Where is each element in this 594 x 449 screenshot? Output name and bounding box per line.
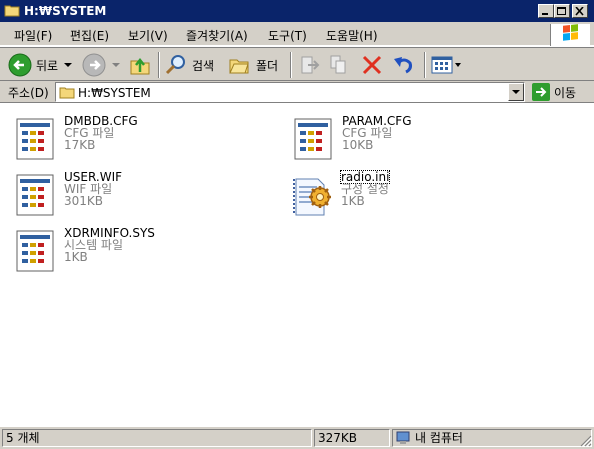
file-item[interactable]: USER.WIF WIF 파일 301KB [16,169,256,217]
delete-button[interactable] [360,52,384,78]
chevron-down-icon[interactable] [110,61,122,69]
address-value: H:₩SYSTEM [78,86,151,100]
folder-icon [59,87,75,99]
menu-bar: 파일(F) 편집(E) 보기(V) 즐겨찾기(A) 도구(T) 도움말(H) [0,22,594,46]
close-icon [575,7,584,16]
status-bar: 5 개체 327KB 내 컴퓨터 [0,426,594,449]
file-size: 10KB [342,138,374,152]
status-location-label: 내 컴퓨터 [415,431,463,445]
minimize-icon [542,13,548,15]
file-item[interactable]: radio.ini 구성 설정 1KB [292,169,532,217]
file-size: 301KB [64,194,104,208]
copy-to-button[interactable] [328,52,352,78]
go-label: 이동 [554,85,577,100]
back-button[interactable]: 뒤로 [8,52,74,78]
menu-view[interactable]: 보기(V) [128,27,168,44]
chevron-down-icon[interactable] [62,61,74,69]
views-icon [431,56,453,74]
my-computer-icon [396,431,410,444]
file-item[interactable]: DMBDB.CFG CFG 파일 17KB [16,113,256,161]
file-item[interactable]: PARAM.CFG CFG 파일 10KB [294,113,534,161]
go-button[interactable]: 이동 [532,83,576,101]
file-size: 17KB [64,138,96,152]
menu-tools[interactable]: 도구(T) [268,27,307,44]
folder-up-icon [130,57,150,75]
toolbar-separator [290,52,292,78]
maximize-button[interactable] [554,4,570,18]
back-arrow-icon [8,53,32,77]
title-bar: H:₩SYSTEM [0,0,594,22]
undo-icon [394,57,412,74]
menu-file[interactable]: 파일(F) [14,27,52,44]
chevron-down-icon [512,90,520,94]
file-list: DMBDB.CFG CFG 파일 17KB PARAM.CFG CFG 파일 1… [0,103,594,426]
system-file-icon [16,174,54,216]
windows-logo [550,24,590,46]
system-file-icon [294,118,332,160]
search-label: 검색 [192,58,215,73]
resize-grip-icon[interactable] [580,435,592,447]
move-to-icon [301,56,320,74]
window-title: H:₩SYSTEM [24,4,107,18]
minimize-button[interactable] [538,4,554,18]
file-size: 1KB [341,194,365,208]
forward-button[interactable] [82,52,122,78]
copy-to-icon [330,55,346,74]
address-input[interactable]: H:₩SYSTEM [55,82,525,102]
toolbar-separator [424,52,426,78]
search-button[interactable]: 검색 [164,52,214,78]
back-label: 뒤로 [36,58,59,73]
folders-label: 폴더 [256,58,279,73]
undo-button[interactable] [392,52,416,78]
delete-icon [362,55,382,75]
folders-button[interactable]: 폴더 [228,52,278,78]
system-file-icon [16,118,54,160]
address-bar: 주소(D) H:₩SYSTEM 이동 [0,81,594,103]
maximize-icon [557,7,566,15]
status-total-size: 327KB [314,429,390,447]
address-label: 주소(D) [8,86,49,100]
search-icon [165,55,185,75]
address-dropdown-button[interactable] [508,83,524,101]
folders-icon [229,59,249,74]
status-object-count: 5 개체 [2,429,312,447]
move-to-button[interactable] [298,52,322,78]
status-location: 내 컴퓨터 [392,429,592,447]
chevron-down-icon[interactable] [454,61,462,69]
up-folder-button[interactable] [128,52,152,78]
menu-edit[interactable]: 편집(E) [70,27,109,44]
go-arrow-icon [532,83,550,101]
views-button[interactable] [430,52,462,78]
file-item[interactable]: XDRMINFO.SYS 시스템 파일 1KB [16,225,256,273]
config-settings-icon [293,178,331,216]
menu-favorites[interactable]: 즐겨찾기(A) [186,27,248,44]
menu-help[interactable]: 도움말(H) [326,27,378,44]
close-button[interactable] [572,4,588,18]
folder-icon [4,5,20,17]
file-size: 1KB [64,250,88,264]
toolbar-separator [158,52,160,78]
system-file-icon [16,230,54,272]
toolbar: 뒤로 검색 폴더 [0,47,594,81]
forward-arrow-icon [82,53,106,77]
